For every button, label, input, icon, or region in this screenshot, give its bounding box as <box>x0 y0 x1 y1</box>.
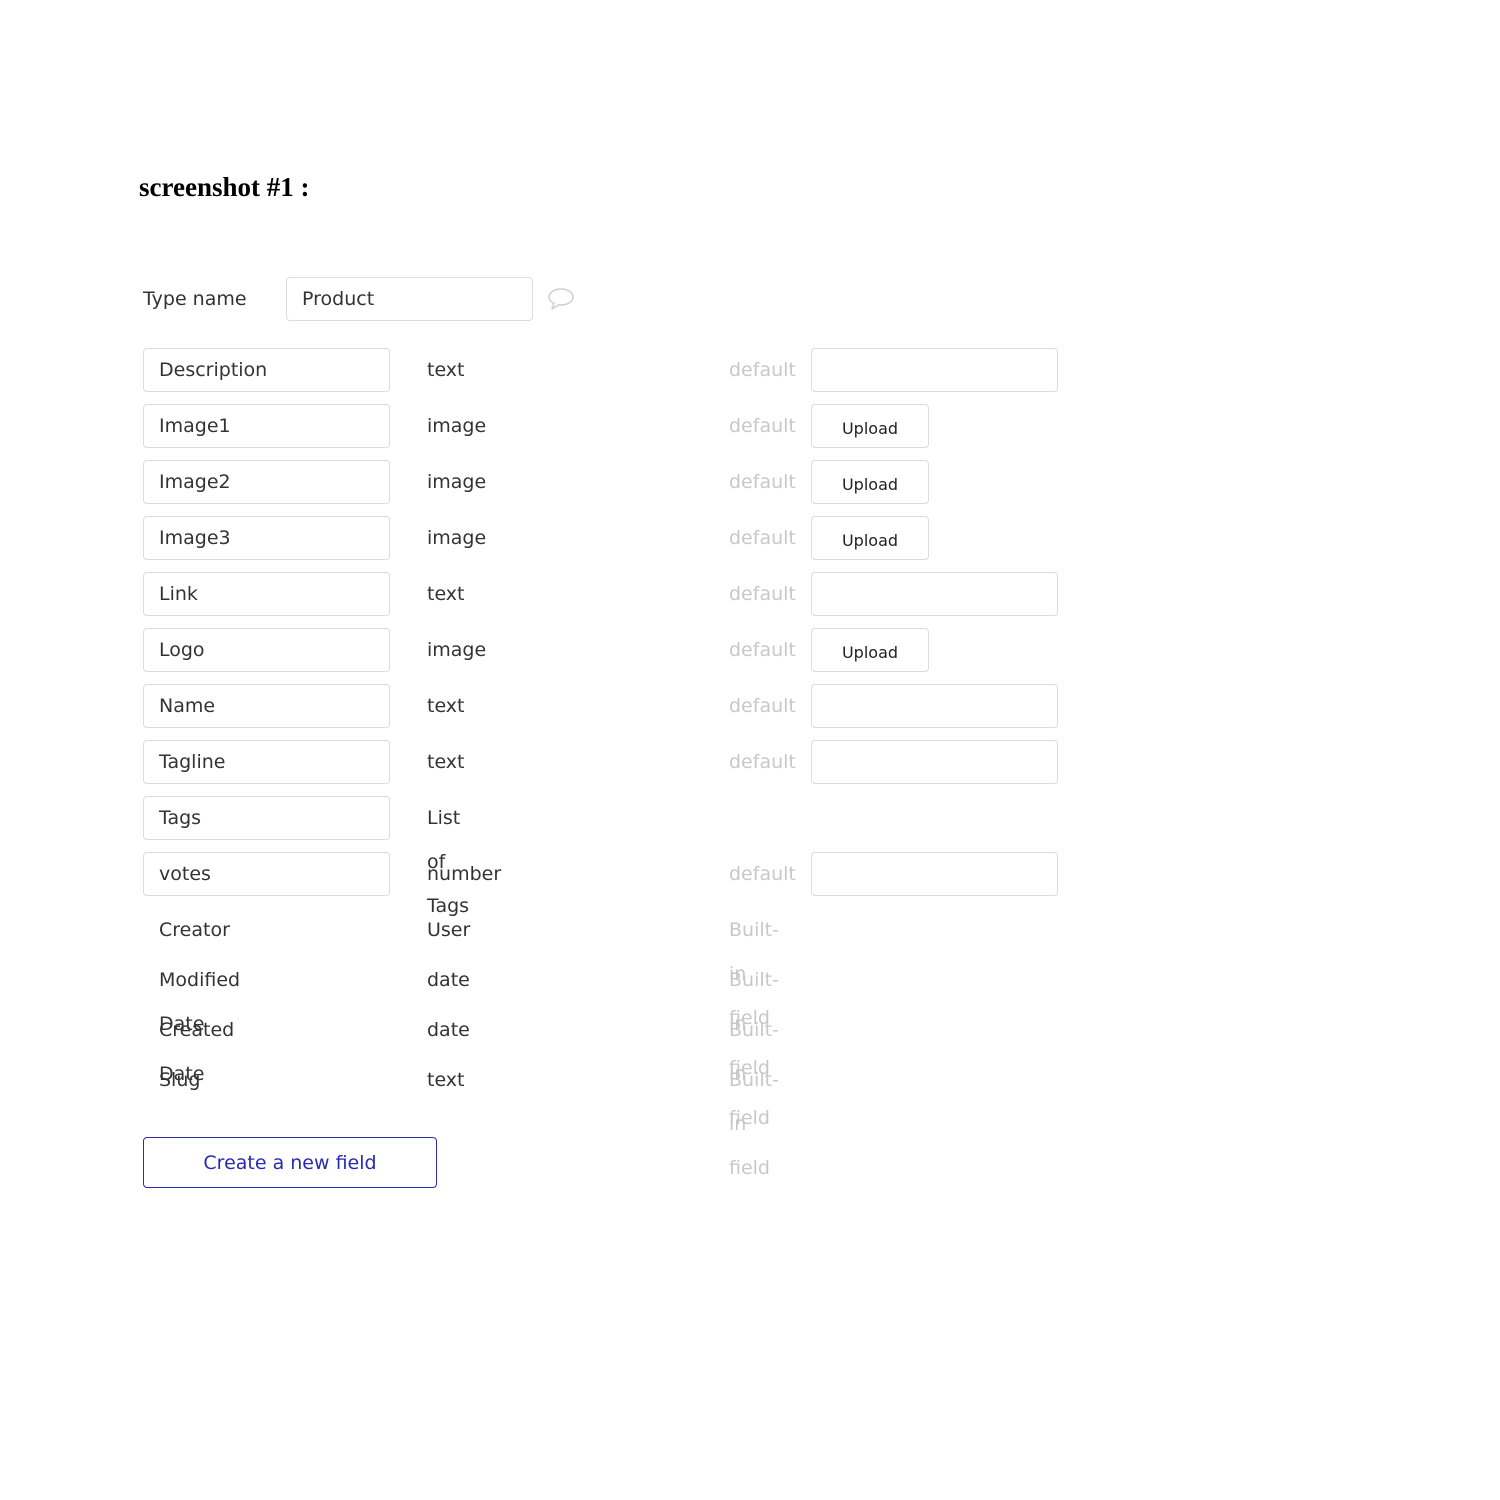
field-name-input[interactable]: Image2 <box>143 460 390 504</box>
default-value-input[interactable] <box>811 348 1058 392</box>
field-name-input[interactable]: Link <box>143 572 390 616</box>
field-type: List of Tags <box>427 807 470 917</box>
field-name-input[interactable]: Description <box>143 348 390 392</box>
default-label: default <box>729 639 796 661</box>
field-type: text <box>427 359 465 381</box>
create-new-field-button[interactable]: Create a new field <box>143 1137 437 1188</box>
field-type: number <box>427 863 502 885</box>
field-type: image <box>427 415 487 437</box>
field-name-input[interactable]: votes <box>143 852 390 896</box>
default-label: default <box>729 695 796 717</box>
upload-button[interactable]: Upload <box>811 516 929 560</box>
field-type: image <box>427 471 487 493</box>
default-label: default <box>729 527 796 549</box>
builtin-field-name: Created Date <box>159 1019 235 1085</box>
field-name-input[interactable]: Image1 <box>143 404 390 448</box>
default-value-input[interactable] <box>811 740 1058 784</box>
upload-button[interactable]: Upload <box>811 404 929 448</box>
builtin-field-type: text <box>427 1069 465 1091</box>
builtin-field-note: Built-in field <box>729 1019 779 1129</box>
field-name-input[interactable]: Image3 <box>143 516 390 560</box>
field-name-input[interactable]: Tags <box>143 796 390 840</box>
default-value-input[interactable] <box>811 852 1058 896</box>
default-value-input[interactable] <box>811 572 1058 616</box>
default-label: default <box>729 471 796 493</box>
builtin-field-note: Built-in field <box>729 969 779 1079</box>
field-type: image <box>427 527 487 549</box>
page-heading: screenshot #1 : <box>139 172 310 202</box>
default-label: default <box>729 415 796 437</box>
builtin-field-name: Creator <box>159 919 230 941</box>
field-type: image <box>427 639 487 661</box>
default-label: default <box>729 751 796 773</box>
builtin-field-name: Slug <box>159 1069 201 1091</box>
builtin-field-type: date <box>427 1019 470 1041</box>
upload-button[interactable]: Upload <box>811 460 929 504</box>
builtin-field-type: User <box>427 919 471 941</box>
default-label: default <box>729 359 796 381</box>
builtin-field-note: Built-in field <box>729 919 779 1029</box>
upload-button[interactable]: Upload <box>811 628 929 672</box>
field-type: text <box>427 583 465 605</box>
field-type: text <box>427 751 465 773</box>
builtin-field-type: date <box>427 969 470 991</box>
type-name-input[interactable]: Product <box>286 277 533 321</box>
type-name-row: Type name Product <box>143 277 575 321</box>
speech-bubble-icon[interactable] <box>547 287 575 311</box>
type-name-label: Type name <box>143 288 247 310</box>
field-type: text <box>427 695 465 717</box>
builtin-field-note: Built-in field <box>729 1069 779 1179</box>
builtin-field-name: Modified Date <box>159 969 241 1035</box>
default-value-input[interactable] <box>811 684 1058 728</box>
field-name-input[interactable]: Logo <box>143 628 390 672</box>
default-label: default <box>729 583 796 605</box>
field-name-input[interactable]: Name <box>143 684 390 728</box>
default-label: default <box>729 863 796 885</box>
field-name-input[interactable]: Tagline <box>143 740 390 784</box>
